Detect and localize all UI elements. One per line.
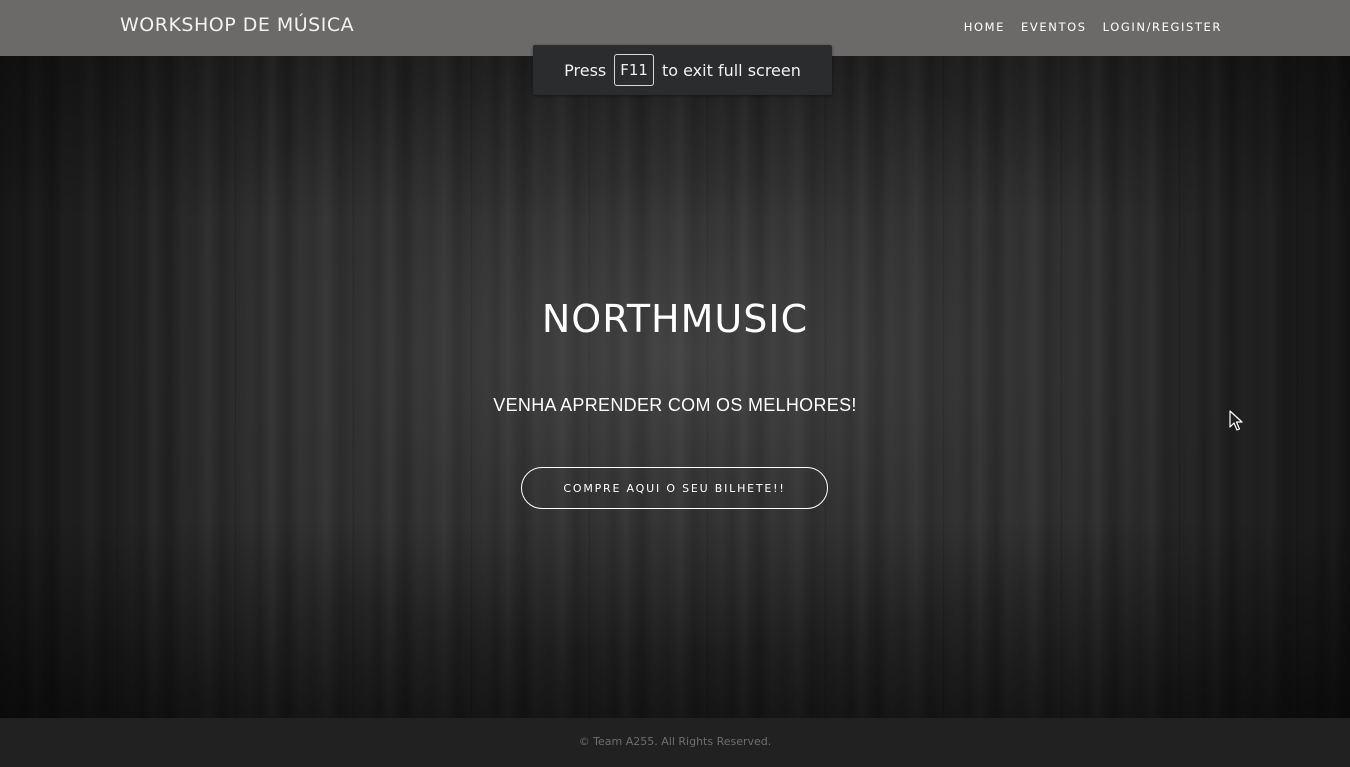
hero-title: NORTHMUSIC	[541, 297, 809, 341]
footer: © Team A255. All Rights Reserved.	[0, 718, 1350, 767]
mouse-cursor-icon	[1229, 410, 1243, 437]
nav-link-home[interactable]: HOME	[964, 20, 1005, 34]
brand-link[interactable]: WORKSHOP DE MÚSICA	[120, 14, 354, 36]
buy-ticket-button[interactable]: COMPRE AQUI O SEU BILHETE!!	[521, 467, 828, 509]
hero-subtitle: VENHA APRENDER COM OS MELHORES!	[493, 395, 857, 415]
fullscreen-notice: Press F11 to exit full screen	[533, 45, 832, 95]
nav-link-login-register[interactable]: LOGIN/REGISTER	[1103, 20, 1222, 34]
nav-link-eventos[interactable]: EVENTOS	[1021, 20, 1087, 34]
hero-section: NORTHMUSIC VENHA APRENDER COM OS MELHORE…	[0, 56, 1350, 718]
fullscreen-notice-after: to exit full screen	[661, 60, 801, 80]
nav-links: HOME EVENTOS LOGIN/REGISTER	[964, 20, 1222, 34]
fullscreen-notice-before: Press	[564, 60, 607, 80]
page: WORKSHOP DE MÚSICA HOME EVENTOS LOGIN/RE…	[0, 0, 1350, 767]
footer-copyright: © Team A255. All Rights Reserved.	[578, 735, 772, 748]
fullscreen-key-badge: F11	[614, 54, 654, 86]
